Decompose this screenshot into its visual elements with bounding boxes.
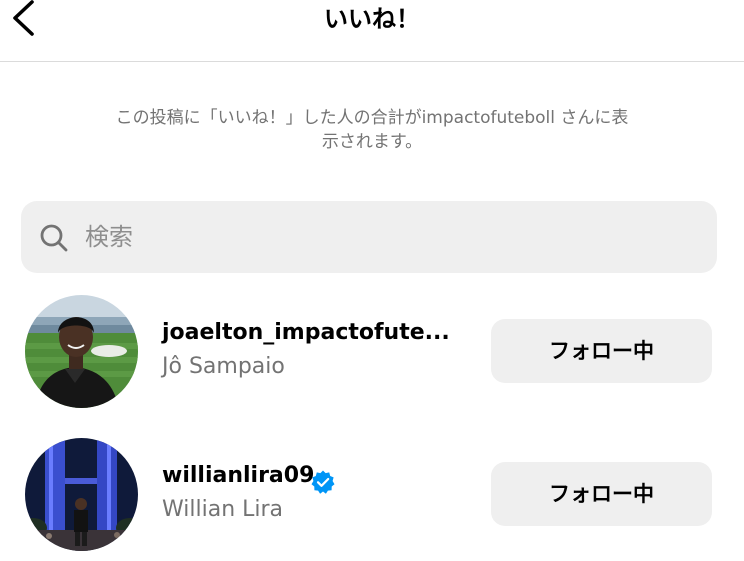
likes-notice: この投稿に「いいね！」した人の合計がimpactofuteboll さんに表 示… (60, 106, 684, 154)
user-row[interactable]: willianlira09 Willian Lira フォロー中 (0, 438, 744, 558)
full-name: Willian Lira (162, 497, 284, 522)
verified-badge-icon (311, 470, 335, 494)
following-button[interactable]: フォロー中 (491, 319, 712, 383)
avatar[interactable] (25, 295, 138, 408)
likes-notice-line1: この投稿に「いいね！」した人の合計がimpactofuteboll さんに表 (115, 108, 629, 128)
user-row[interactable]: joaelton_impactofute... Jô Sampaio フォロー中 (0, 295, 744, 415)
header-bar: いいね！ (0, 0, 744, 62)
likes-notice-line2: 示されます。 (321, 132, 423, 152)
search-icon (40, 224, 68, 252)
page-title: いいね！ (324, 5, 420, 33)
search-bar[interactable] (21, 201, 717, 273)
search-input[interactable] (85, 213, 685, 261)
full-name: Jô Sampaio (162, 354, 285, 379)
username[interactable]: willianlira09 (162, 462, 314, 490)
avatar[interactable] (25, 438, 138, 551)
following-button[interactable]: フォロー中 (491, 462, 712, 526)
username[interactable]: joaelton_impactofute... (162, 319, 450, 347)
